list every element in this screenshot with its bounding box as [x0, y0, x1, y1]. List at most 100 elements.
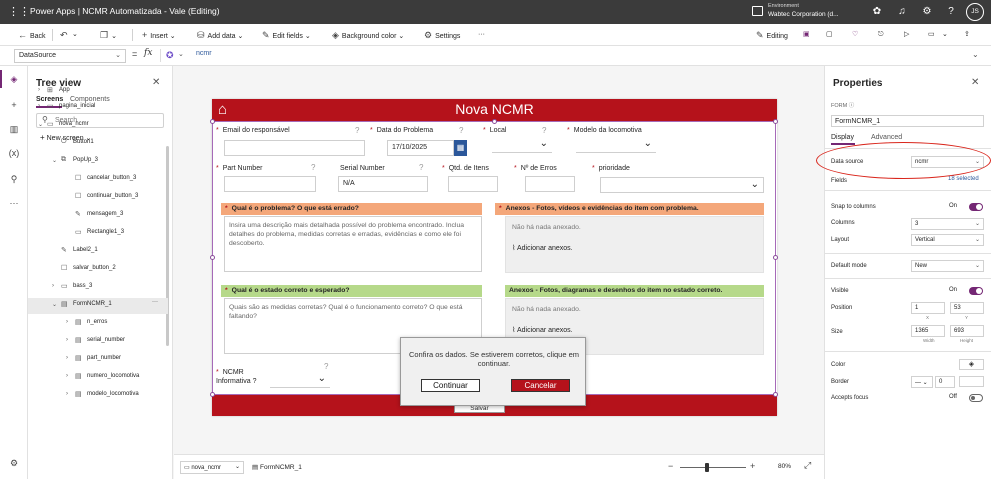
tree-item[interactable]: › ⊞ App	[28, 84, 168, 100]
expand-formula-icon[interactable]: ⌄	[972, 50, 979, 59]
tree-item[interactable]: › ▭ bass_3	[28, 280, 168, 296]
tree-item[interactable]: › ▤ n_erros	[28, 316, 168, 332]
zoom-in-button[interactable]: +	[750, 461, 755, 471]
tree-item[interactable]: ☐ salvar_button_2	[28, 262, 168, 278]
environment-name[interactable]: Wabtec Corporation (d...	[768, 11, 839, 18]
close-icon[interactable]: ✕	[971, 77, 979, 88]
resize-handle[interactable]	[773, 392, 778, 397]
preview-play-icon[interactable]: ▷	[904, 29, 909, 41]
resize-handle[interactable]	[492, 119, 497, 124]
tab-advanced[interactable]: Advanced	[871, 134, 902, 141]
resize-handle[interactable]	[773, 255, 778, 260]
chevron-down-icon[interactable]: ⌄	[38, 121, 43, 128]
position-x-input[interactable]: 1	[911, 302, 945, 314]
settings-button[interactable]: ⚙ Settings	[424, 29, 460, 43]
tree-item[interactable]: ⌄ ▭ nova_ncmr	[28, 118, 168, 134]
cancelar-button[interactable]: Cancelar	[511, 379, 570, 392]
chevron-right-icon[interactable]: ›	[66, 391, 68, 397]
resize-handle[interactable]	[773, 119, 778, 124]
visible-toggle[interactable]	[969, 287, 983, 295]
tree-item[interactable]: › ▤ numero_locomotiva	[28, 370, 168, 386]
settings-gear-icon[interactable]: ⚙	[7, 456, 21, 470]
add-data-button[interactable]: ⛁ Add data ⌄	[197, 29, 243, 43]
chevron-right-icon[interactable]: ›	[38, 103, 40, 109]
zoom-slider-thumb[interactable]	[705, 463, 709, 472]
help-icon[interactable]: ?	[944, 5, 958, 19]
tree-item[interactable]: › ▤ serial_number	[28, 334, 168, 350]
resize-handle[interactable]	[210, 255, 215, 260]
tree-item[interactable]: ✎ mensagem_3	[28, 208, 168, 224]
formula-input[interactable]: ncmr	[196, 50, 212, 57]
chevron-right-icon[interactable]: ›	[52, 283, 54, 289]
chevron-down-icon[interactable]: ⌄	[52, 157, 57, 164]
search-icon[interactable]: ⚲	[7, 172, 21, 186]
undo-dropdown-icon[interactable]: ⌄	[72, 29, 78, 41]
tree-item[interactable]: ⌄ ⧉ PopUp_3	[28, 154, 168, 170]
position-y-input[interactable]: 53	[950, 302, 984, 314]
chevron-right-icon[interactable]: ›	[66, 373, 68, 379]
variables-icon[interactable]: (x)	[7, 146, 21, 160]
copy-button[interactable]: ❐ ⌄	[100, 29, 117, 43]
resize-handle[interactable]	[210, 119, 215, 124]
app-launcher-icon[interactable]: ⋮⋮	[8, 5, 30, 19]
save-icon[interactable]: ▭	[928, 29, 935, 41]
color-picker-button[interactable]: ◈	[959, 359, 984, 370]
screen-selector[interactable]: ▭ nova_ncmr ⌄	[180, 461, 244, 474]
resize-handle[interactable]	[210, 392, 215, 397]
border-color-swatch[interactable]	[959, 376, 984, 387]
insert-plus-icon[interactable]: +	[7, 98, 21, 112]
tree-item[interactable]: ☐ continuar_button_3	[28, 190, 168, 206]
snap-to-columns-toggle[interactable]	[969, 203, 983, 211]
tree-item[interactable]: ✎ Label2_1	[28, 244, 168, 260]
accepts-focus-toggle[interactable]	[969, 394, 983, 402]
comments-icon[interactable]: ▢	[826, 29, 833, 41]
chevron-right-icon[interactable]: ›	[66, 337, 68, 343]
control-name-field[interactable]: FormNCMR_1	[831, 115, 984, 127]
layers-icon[interactable]: ◈	[7, 72, 21, 86]
more-button[interactable]: ···	[478, 29, 485, 41]
editing-mode-button[interactable]: ✎ Editing	[756, 29, 788, 43]
zoom-out-button[interactable]: −	[668, 461, 673, 471]
fields-edit-link[interactable]: 18 selected	[948, 176, 979, 182]
default-mode-dropdown[interactable]: New ⌄	[911, 260, 984, 272]
border-style-dropdown[interactable]: — ⌄	[911, 376, 933, 388]
border-width-input[interactable]: 0	[935, 376, 955, 388]
continuar-button[interactable]: Continuar	[421, 379, 480, 392]
more-icon[interactable]: ···	[7, 196, 21, 210]
tree-item[interactable]: › ▭ pagina_inicial	[28, 100, 168, 116]
width-input[interactable]: 1365	[911, 325, 945, 337]
save-dropdown-icon[interactable]: ⌄	[942, 29, 948, 41]
copilot-icon[interactable]: ♡	[852, 29, 858, 41]
layout-dropdown[interactable]: Vertical ⌄	[911, 234, 984, 246]
chevron-right-icon[interactable]: ›	[66, 319, 68, 325]
edit-fields-button[interactable]: ✎ Edit fields ⌄	[262, 29, 311, 43]
tab-display[interactable]: Display	[831, 134, 854, 141]
fit-to-window-icon[interactable]: ⤢	[804, 460, 811, 471]
background-color-button[interactable]: ◈ Background color ⌄	[332, 29, 404, 43]
tree-item[interactable]: ▭ Rectangle1_3	[28, 226, 168, 242]
tree-item[interactable]: ⏻ Button1	[28, 136, 168, 152]
columns-dropdown[interactable]: 3 ⌄	[911, 218, 984, 230]
more-options-icon[interactable]: ···	[152, 299, 158, 305]
chevron-right-icon[interactable]: ›	[38, 87, 40, 93]
tree-item[interactable]: ⌄ ▤ FormNCMR_1 ···	[28, 298, 168, 314]
property-selector[interactable]: DataSource ⌄	[14, 49, 126, 63]
chevron-down-icon[interactable]: ⌄	[52, 301, 57, 308]
copilot-icon[interactable]: ✿	[870, 5, 884, 19]
tree-item[interactable]: › ▤ modelo_locomotiva	[28, 388, 168, 404]
height-input[interactable]: 693	[950, 325, 984, 337]
tree-item[interactable]: › ▤ part_number	[28, 352, 168, 368]
notification-bell-icon[interactable]: ♫	[895, 5, 909, 19]
publish-icon[interactable]: ⇪	[964, 29, 970, 41]
back-button[interactable]: ← Back	[18, 29, 46, 43]
app-checker-icon[interactable]: ▣	[803, 29, 810, 41]
zoom-slider[interactable]	[680, 467, 746, 468]
data-icon[interactable]: ▥	[7, 122, 21, 136]
insert-button[interactable]: + Insert ⌄	[142, 29, 176, 43]
chevron-right-icon[interactable]: ›	[66, 355, 68, 361]
copilot-formula-button[interactable]: ✪ ⌄	[160, 49, 188, 62]
fx-icon[interactable]: fx	[144, 48, 152, 58]
undo-button[interactable]: ↶	[60, 29, 71, 43]
user-avatar[interactable]: JS	[966, 3, 984, 21]
share-icon[interactable]: ⎋	[878, 29, 884, 41]
